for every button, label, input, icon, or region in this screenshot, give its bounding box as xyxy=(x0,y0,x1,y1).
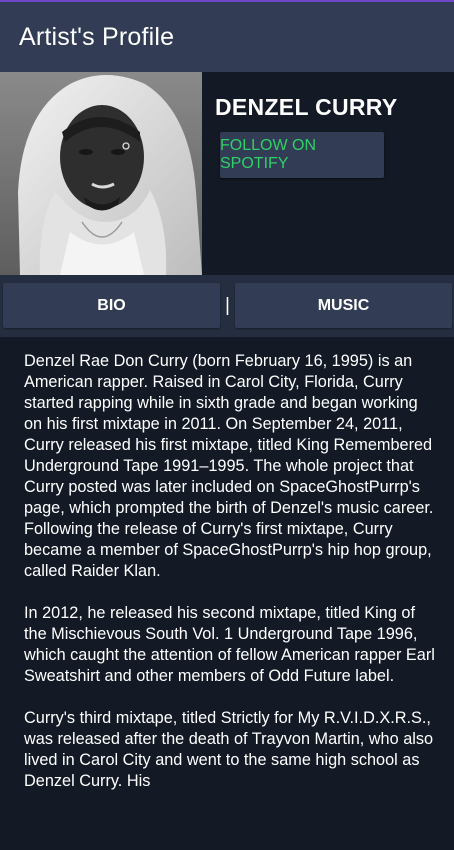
artist-photo xyxy=(0,72,202,275)
artist-photo-illustration xyxy=(0,72,202,275)
artist-header: DENZEL CURRY FOLLOW ON SPOTIFY xyxy=(0,72,454,275)
tab-bar: BIO | MUSIC xyxy=(0,275,454,337)
bio-paragraph: In 2012, he released his second mixtape,… xyxy=(24,604,435,685)
page-title: Artist's Profile xyxy=(19,22,175,51)
bio-paragraph: Denzel Rae Don Curry (born February 16, … xyxy=(24,352,434,580)
follow-on-spotify-button[interactable]: FOLLOW ON SPOTIFY xyxy=(220,132,384,178)
tab-music[interactable]: MUSIC xyxy=(235,283,452,328)
app-bar: Artist's Profile xyxy=(0,2,454,72)
tab-separator: | xyxy=(225,295,230,316)
bio-text: Denzel Rae Don Curry (born February 16, … xyxy=(24,351,440,813)
artist-name: DENZEL CURRY xyxy=(215,94,398,120)
bio-paragraph: Curry's third mixtape, titled Strictly f… xyxy=(24,709,434,790)
tab-bio[interactable]: BIO xyxy=(3,283,220,328)
